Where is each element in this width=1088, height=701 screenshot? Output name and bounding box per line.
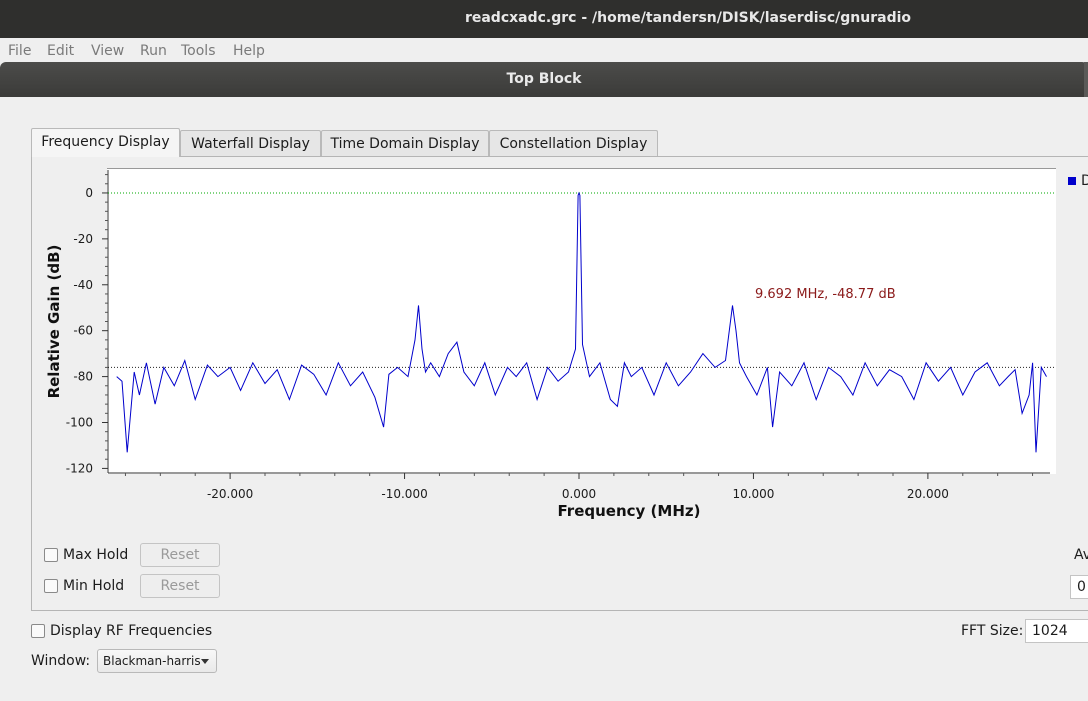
max-hold-reset-button[interactable]: Reset bbox=[140, 543, 220, 567]
min-hold-label: Min Hold bbox=[63, 578, 125, 594]
plot-canvas[interactable] bbox=[107, 168, 1056, 474]
top-block-header: Top Block bbox=[0, 62, 1088, 97]
average-label: Av bbox=[1074, 547, 1088, 563]
menu-run[interactable]: Run bbox=[140, 43, 167, 59]
menu-view[interactable]: View bbox=[91, 43, 124, 59]
menu-file[interactable]: File bbox=[8, 43, 31, 59]
legend-swatch-icon bbox=[1068, 177, 1076, 185]
window-label: Window: bbox=[31, 653, 91, 669]
display-rf-checkbox[interactable] bbox=[31, 624, 45, 638]
window-titlebar: readcxadc.grc - /home/tandersn/DISK/lase… bbox=[0, 0, 1088, 38]
menu-bar: File Edit View Run Tools Help bbox=[0, 38, 1088, 62]
max-hold-label: Max Hold bbox=[63, 547, 129, 563]
chevron-down-icon bbox=[201, 659, 209, 664]
menu-tools[interactable]: Tools bbox=[181, 43, 216, 59]
average-input[interactable]: 0 bbox=[1070, 575, 1088, 599]
window-select-value: Blackman-harris bbox=[103, 654, 201, 668]
tab-time-domain-display[interactable]: Time Domain Display bbox=[321, 130, 489, 156]
legend: D bbox=[1068, 173, 1088, 189]
fft-size-label: FFT Size: bbox=[961, 623, 1024, 639]
legend-label: D bbox=[1081, 173, 1088, 189]
menu-help[interactable]: Help bbox=[233, 43, 265, 59]
top-block-title: Top Block bbox=[506, 71, 582, 87]
fft-size-input[interactable]: 1024 bbox=[1025, 619, 1088, 643]
tab-frequency-display[interactable]: Frequency Display bbox=[31, 128, 180, 157]
tab-waterfall-display[interactable]: Waterfall Display bbox=[180, 130, 321, 156]
scrollbar[interactable] bbox=[1084, 62, 1088, 97]
window-title: readcxadc.grc - /home/tandersn/DISK/lase… bbox=[464, 10, 912, 26]
menu-edit[interactable]: Edit bbox=[47, 43, 74, 59]
display-rf-label: Display RF Frequencies bbox=[50, 623, 213, 639]
min-hold-checkbox[interactable] bbox=[44, 579, 58, 593]
min-hold-reset-button[interactable]: Reset bbox=[140, 574, 220, 598]
max-hold-checkbox[interactable] bbox=[44, 548, 58, 562]
window-select[interactable]: Blackman-harris bbox=[97, 649, 217, 673]
tab-constellation-display[interactable]: Constellation Display bbox=[489, 130, 658, 156]
